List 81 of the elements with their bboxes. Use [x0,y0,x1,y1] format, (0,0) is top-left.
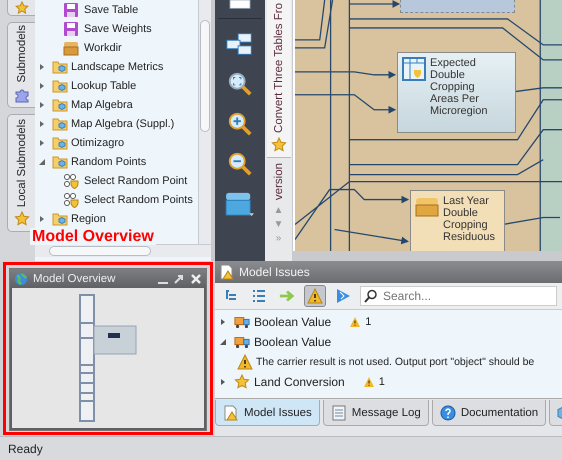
issue-group[interactable]: Boolean Value [215,332,562,352]
minimize-icon[interactable] [158,282,168,284]
list-icon [252,289,266,304]
help-icon [440,404,456,421]
expand-arrow-icon[interactable] [38,82,46,90]
search-icon [364,289,378,304]
warning-icon [349,316,362,328]
issue-message: The carrier result is not used. Output port "object" should be [256,356,534,368]
dots-shield-icon [63,173,79,189]
collapse-arrow-icon[interactable] [219,338,227,346]
box-dropdown-icon[interactable] [225,191,255,217]
star-puzzle-icon [270,137,286,153]
warning-icon [362,376,375,388]
warning-count: 1 [365,316,372,328]
warning-document-icon [223,404,239,421]
expand-arrow-icon[interactable] [38,139,46,147]
folder-cube-icon [52,154,68,170]
folder-cube-icon [52,135,68,151]
dots-shield-icon [63,192,79,208]
expand-arrow-icon[interactable] [38,120,46,128]
status-text: Ready [8,442,43,456]
chest-icon [63,40,79,56]
folder-cube-icon [52,59,68,75]
star-puzzle-icon [234,374,250,390]
tree-item[interactable]: Save Weights [35,20,198,38]
vertical-scrollbar[interactable] [198,0,211,244]
panel-tab[interactable]: Documentation [432,400,546,426]
annotation-label: Model Overview [30,228,156,245]
flag-icon [335,288,351,304]
panel-tab[interactable]: Message Log [322,400,429,426]
model-canvas[interactable]: Expected Double Cropping Areas Per Microregion Last Year Double Cropping Residuous [293,0,562,252]
folder-cube-icon [52,97,68,113]
truck-icon [234,334,250,350]
expand-arrow-icon[interactable] [219,378,227,386]
tree-item[interactable]: Otimizagro [35,134,198,152]
issue-group[interactable]: Land Conversion 1 [215,372,562,392]
model-node[interactable]: Expected Double Cropping Areas Per Microregion [397,52,516,133]
log-sheet-icon [330,404,347,421]
warning-icon [237,354,253,370]
warning-toggle[interactable] [304,285,326,308]
chest-icon [415,195,439,219]
tree-item[interactable]: Map Algebra [35,96,198,114]
warning-document-icon [219,264,235,280]
canvas-tab[interactable]: version [266,158,290,204]
collapse-arrow-icon[interactable] [38,158,46,166]
tree-item[interactable]: Lookup Table [35,77,198,95]
table-shield-icon [402,57,426,81]
panel-title: Model Overview [33,272,116,285]
star-puzzle-icon [14,211,30,227]
expand-arrow-icon[interactable] [38,215,46,223]
horizontal-scrollbar[interactable] [35,244,211,258]
tree-item[interactable]: Landscape Metrics [35,58,198,76]
folder-cube-icon [52,78,68,94]
pin-icon[interactable] [173,272,185,285]
expand-arrow-icon[interactable] [219,318,227,326]
panel-tab[interactable]: Model Issues [215,400,320,426]
folder-cube-icon [52,116,68,132]
truck-icon [234,314,250,330]
tree-item[interactable]: Workdir [35,39,198,57]
tree-item[interactable]: Map Algebra (Suppl.) [35,115,198,133]
warning-icon [307,288,323,304]
globe-icon [14,272,28,286]
issue-group[interactable]: Boolean Value 1 [215,312,562,332]
star-puzzle-icon [14,1,28,15]
sidebar-tab[interactable]: Submodels [7,22,35,108]
tree-item[interactable]: Save Table [35,1,198,19]
tree-item[interactable]: Region [35,210,198,228]
folder-cube-icon [52,211,68,227]
warning-count: 1 [378,376,385,388]
tree-item[interactable]: Select Random Point [35,172,198,190]
expand-arrow-icon[interactable] [38,63,46,71]
tree-item[interactable]: Random Points [35,153,198,171]
arrow-icon [279,288,295,304]
canvas-tab[interactable]: Convert Three Tables Fro [266,0,290,158]
panel-title: Model Issues [239,265,310,280]
expand-arrow-icon[interactable] [38,101,46,109]
puzzle-icon [14,87,30,103]
model-node[interactable]: Last Year Double Cropping Residuous [410,190,505,252]
search-field[interactable]: Search... [360,286,557,306]
tree-item[interactable]: Select Random Points [35,191,198,209]
close-icon[interactable] [190,272,202,285]
